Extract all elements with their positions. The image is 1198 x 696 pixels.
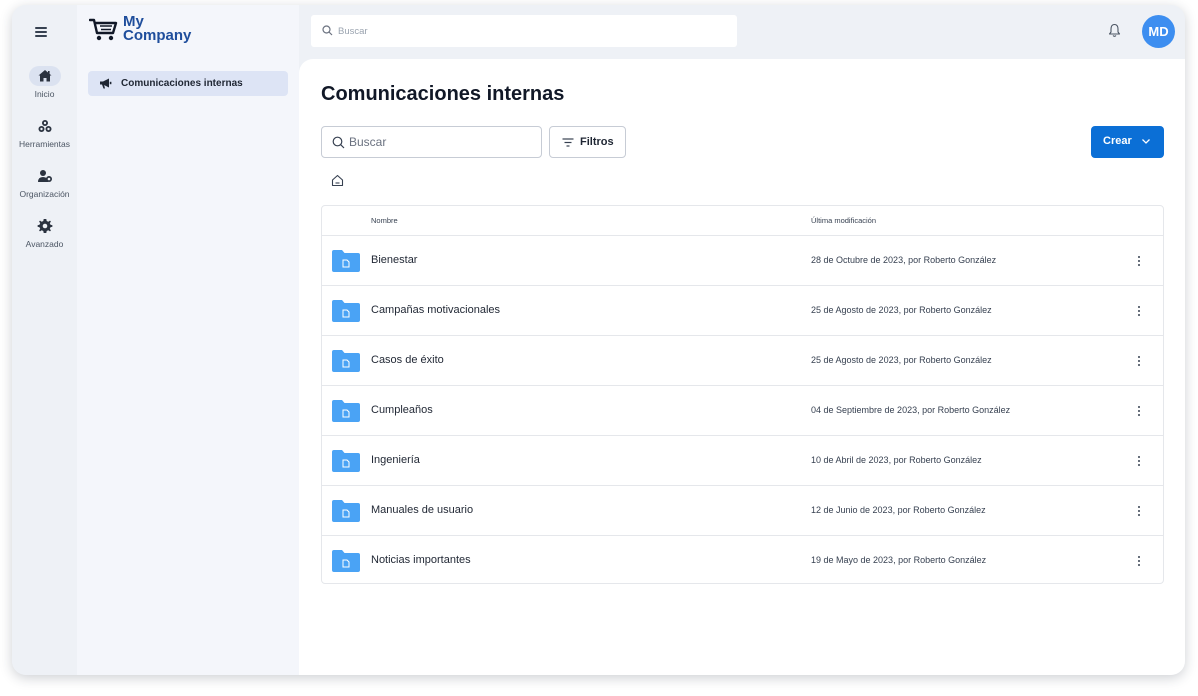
table-row[interactable]: Bienestar 28 de Octubre de 2023, por Robe… bbox=[322, 236, 1163, 286]
rail-item-label: Avanzado bbox=[25, 239, 64, 249]
company-logo[interactable]: My Company bbox=[89, 13, 209, 47]
folder-name: Noticias importantes bbox=[371, 554, 471, 566]
filter-icon bbox=[562, 138, 574, 147]
home-icon bbox=[28, 66, 61, 86]
folder-modified: 12 de Junio de 2023, por Roberto Gonzále… bbox=[811, 505, 986, 515]
column-header-modified[interactable]: Última modificación bbox=[811, 216, 876, 225]
main-content: Comunicaciones internas Filtros Crear No… bbox=[299, 59, 1185, 675]
create-button[interactable]: Crear bbox=[1091, 126, 1164, 158]
folder-search[interactable] bbox=[321, 126, 542, 158]
search-icon bbox=[332, 136, 345, 149]
shopping-cart-icon bbox=[89, 18, 118, 41]
rail-item-label: Inicio bbox=[34, 89, 55, 99]
filters-button-label: Filtros bbox=[580, 136, 614, 148]
rail-item-label: Organización bbox=[19, 189, 70, 199]
rail-item-organizacion[interactable]: Organización bbox=[12, 166, 77, 199]
more-options-icon[interactable] bbox=[1132, 552, 1146, 570]
global-search-input[interactable] bbox=[338, 21, 718, 41]
megaphone-icon bbox=[100, 78, 112, 89]
more-options-icon[interactable] bbox=[1132, 502, 1146, 520]
folder-icon bbox=[332, 300, 360, 322]
folder-name: Manuales de usuario bbox=[371, 504, 474, 516]
folder-icon bbox=[332, 400, 360, 422]
more-options-icon[interactable] bbox=[1132, 452, 1146, 470]
folder-name: Casos de éxito bbox=[371, 354, 444, 366]
folder-name: Campañas motivacionales bbox=[371, 304, 501, 316]
create-button-label: Crear bbox=[1103, 135, 1132, 147]
home-icon[interactable] bbox=[331, 174, 344, 187]
table-row[interactable]: Casos de éxito 25 de Agosto de 2023, por … bbox=[322, 336, 1163, 386]
folder-modified: 04 de Septiembre de 2023, por Roberto Go… bbox=[811, 405, 1011, 415]
rail-item-herramientas[interactable]: Herramientas bbox=[12, 116, 77, 149]
folder-modified: 19 de Mayo de 2023, por Roberto González bbox=[811, 555, 987, 565]
brand-line-2: Company bbox=[123, 27, 192, 44]
folder-modified: 25 de Agosto de 2023, por Roberto Gonzál… bbox=[811, 305, 992, 315]
bell-icon[interactable] bbox=[1108, 23, 1121, 38]
page-title: Comunicaciones internas bbox=[321, 83, 565, 105]
table-header: Nombre Última modificación bbox=[322, 206, 1163, 236]
table-row[interactable]: Manuales de usuario 12 de Junio de 2023, … bbox=[322, 486, 1163, 536]
folder-name: Cumpleaños bbox=[371, 404, 433, 416]
folder-name: Ingeniería bbox=[371, 454, 420, 466]
table-row[interactable]: Noticias importantes 19 de Mayo de 2023, … bbox=[322, 536, 1163, 586]
folders-table: Nombre Última modificación Bienestar 28 d… bbox=[321, 205, 1164, 584]
rail-item-avanzado[interactable]: Avanzado bbox=[12, 216, 77, 249]
subnav-item-label: Comunicaciones internas bbox=[121, 78, 243, 89]
folder-search-input[interactable] bbox=[349, 133, 534, 151]
search-icon bbox=[322, 25, 333, 36]
tools-icon bbox=[29, 116, 61, 136]
folder-modified: 28 de Octubre de 2023, por Roberto Gonzá… bbox=[811, 255, 997, 265]
folder-icon bbox=[332, 550, 360, 572]
column-header-name[interactable]: Nombre bbox=[371, 216, 398, 225]
app-window: Inicio Herramientas Organización Avanzad… bbox=[12, 5, 1185, 675]
global-search[interactable] bbox=[311, 15, 737, 47]
chevron-down-icon bbox=[1142, 139, 1150, 144]
table-row[interactable]: Campañas motivacionales 25 de Agosto de 2… bbox=[322, 286, 1163, 336]
table-row[interactable]: Cumpleaños 04 de Septiembre de 2023, por … bbox=[322, 386, 1163, 436]
icon-rail: Inicio Herramientas Organización Avanzad… bbox=[12, 5, 77, 675]
filters-button[interactable]: Filtros bbox=[549, 126, 626, 158]
more-options-icon[interactable] bbox=[1132, 302, 1146, 320]
brand-name: My Company bbox=[123, 14, 192, 44]
user-avatar[interactable]: MD bbox=[1142, 15, 1175, 48]
subnav-item-comunicaciones-internas[interactable]: Comunicaciones internas bbox=[88, 71, 288, 96]
hamburger-icon[interactable] bbox=[35, 25, 53, 39]
rail-item-inicio[interactable]: Inicio bbox=[12, 66, 77, 99]
more-options-icon[interactable] bbox=[1132, 352, 1146, 370]
folder-name: Bienestar bbox=[371, 254, 418, 266]
more-options-icon[interactable] bbox=[1132, 252, 1146, 270]
users-icon bbox=[29, 166, 61, 186]
more-options-icon[interactable] bbox=[1132, 402, 1146, 420]
folder-icon bbox=[332, 450, 360, 472]
folder-icon bbox=[332, 250, 360, 272]
folder-modified: 10 de Abril de 2023, por Roberto Gonzále… bbox=[811, 455, 982, 465]
secondary-nav: My Company Comunicaciones internas bbox=[77, 5, 299, 675]
folder-icon bbox=[332, 500, 360, 522]
folder-modified: 25 de Agosto de 2023, por Roberto Gonzál… bbox=[811, 355, 992, 365]
table-row[interactable]: Ingeniería 10 de Abril de 2023, por Rober… bbox=[322, 436, 1163, 486]
folder-icon bbox=[332, 350, 360, 372]
gear-icon bbox=[29, 216, 61, 236]
rail-item-label: Herramientas bbox=[18, 139, 71, 149]
